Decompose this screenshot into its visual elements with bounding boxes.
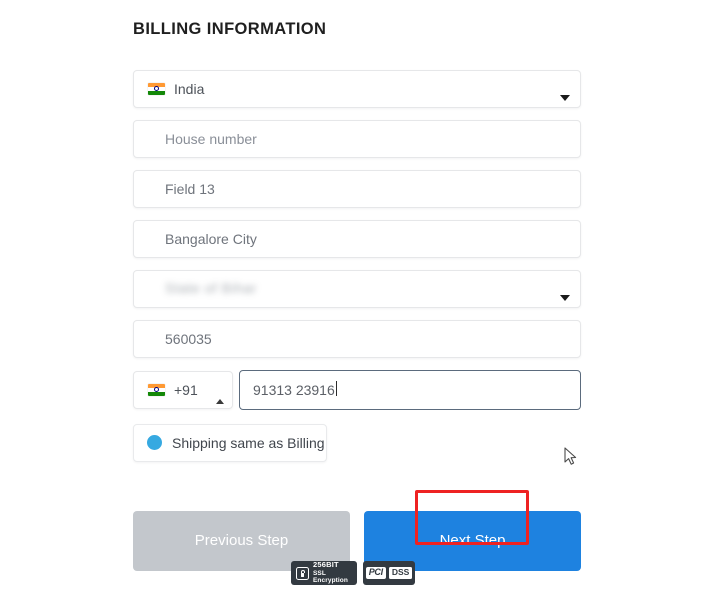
state-select-value: State of Bihar — [134, 280, 257, 298]
phone-number-value: 91313 23916 — [253, 381, 335, 398]
city-field[interactable]: Bangalore City — [133, 219, 581, 258]
pci-card-icon: PCI — [365, 567, 386, 579]
address-line-value: Field 13 — [165, 180, 215, 197]
house-number-value: House number — [165, 130, 257, 147]
chevron-up-icon[interactable] — [216, 398, 224, 404]
chevron-down-icon[interactable] — [560, 94, 570, 101]
state-select-label: State of Bihar — [165, 279, 257, 296]
ssl-badge-line2: SSL Encryption — [313, 569, 348, 585]
postal-code-field[interactable]: 560035 — [133, 319, 581, 358]
country-select-value-row: India — [134, 82, 204, 96]
lock-icon — [296, 566, 309, 580]
phone-number-input[interactable]: 91313 23916 — [239, 369, 581, 410]
phone-row: +91 91313 23916 — [133, 369, 581, 410]
phone-dial-code: +91 — [174, 381, 198, 398]
postal-code-value: 560035 — [165, 330, 212, 347]
phone-country-select[interactable]: +91 — [133, 370, 233, 409]
country-select[interactable]: India — [133, 69, 581, 108]
city-value: Bangalore City — [165, 230, 257, 247]
ssl-badge-line1: 256BIT — [313, 560, 339, 570]
ssl-encryption-badge: 256BIT SSL Encryption — [291, 561, 357, 585]
billing-information-form: BILLING INFORMATION India House number F… — [133, 0, 581, 571]
pci-dss-label: DSS — [388, 567, 413, 579]
house-number-field[interactable]: House number — [133, 119, 581, 158]
ssl-badge-text: 256BIT SSL Encryption — [313, 561, 352, 585]
trust-badges: 256BIT SSL Encryption PCI DSS — [291, 561, 415, 585]
chevron-down-icon[interactable] — [560, 294, 570, 301]
india-flag-icon — [148, 82, 165, 95]
india-flag-icon — [148, 383, 165, 396]
country-select-label: India — [174, 80, 205, 97]
pci-dss-badge: PCI DSS — [363, 561, 415, 585]
text-cursor — [335, 381, 337, 397]
page-title: BILLING INFORMATION — [133, 20, 327, 38]
shipping-same-as-billing-label: Shipping same as Billing — [172, 434, 325, 451]
radio-checked-icon[interactable] — [147, 435, 162, 451]
state-select[interactable]: State of Bihar — [133, 269, 581, 308]
shipping-same-as-billing-toggle[interactable]: Shipping same as Billing — [133, 423, 327, 462]
address-line-field[interactable]: Field 13 — [133, 169, 581, 208]
